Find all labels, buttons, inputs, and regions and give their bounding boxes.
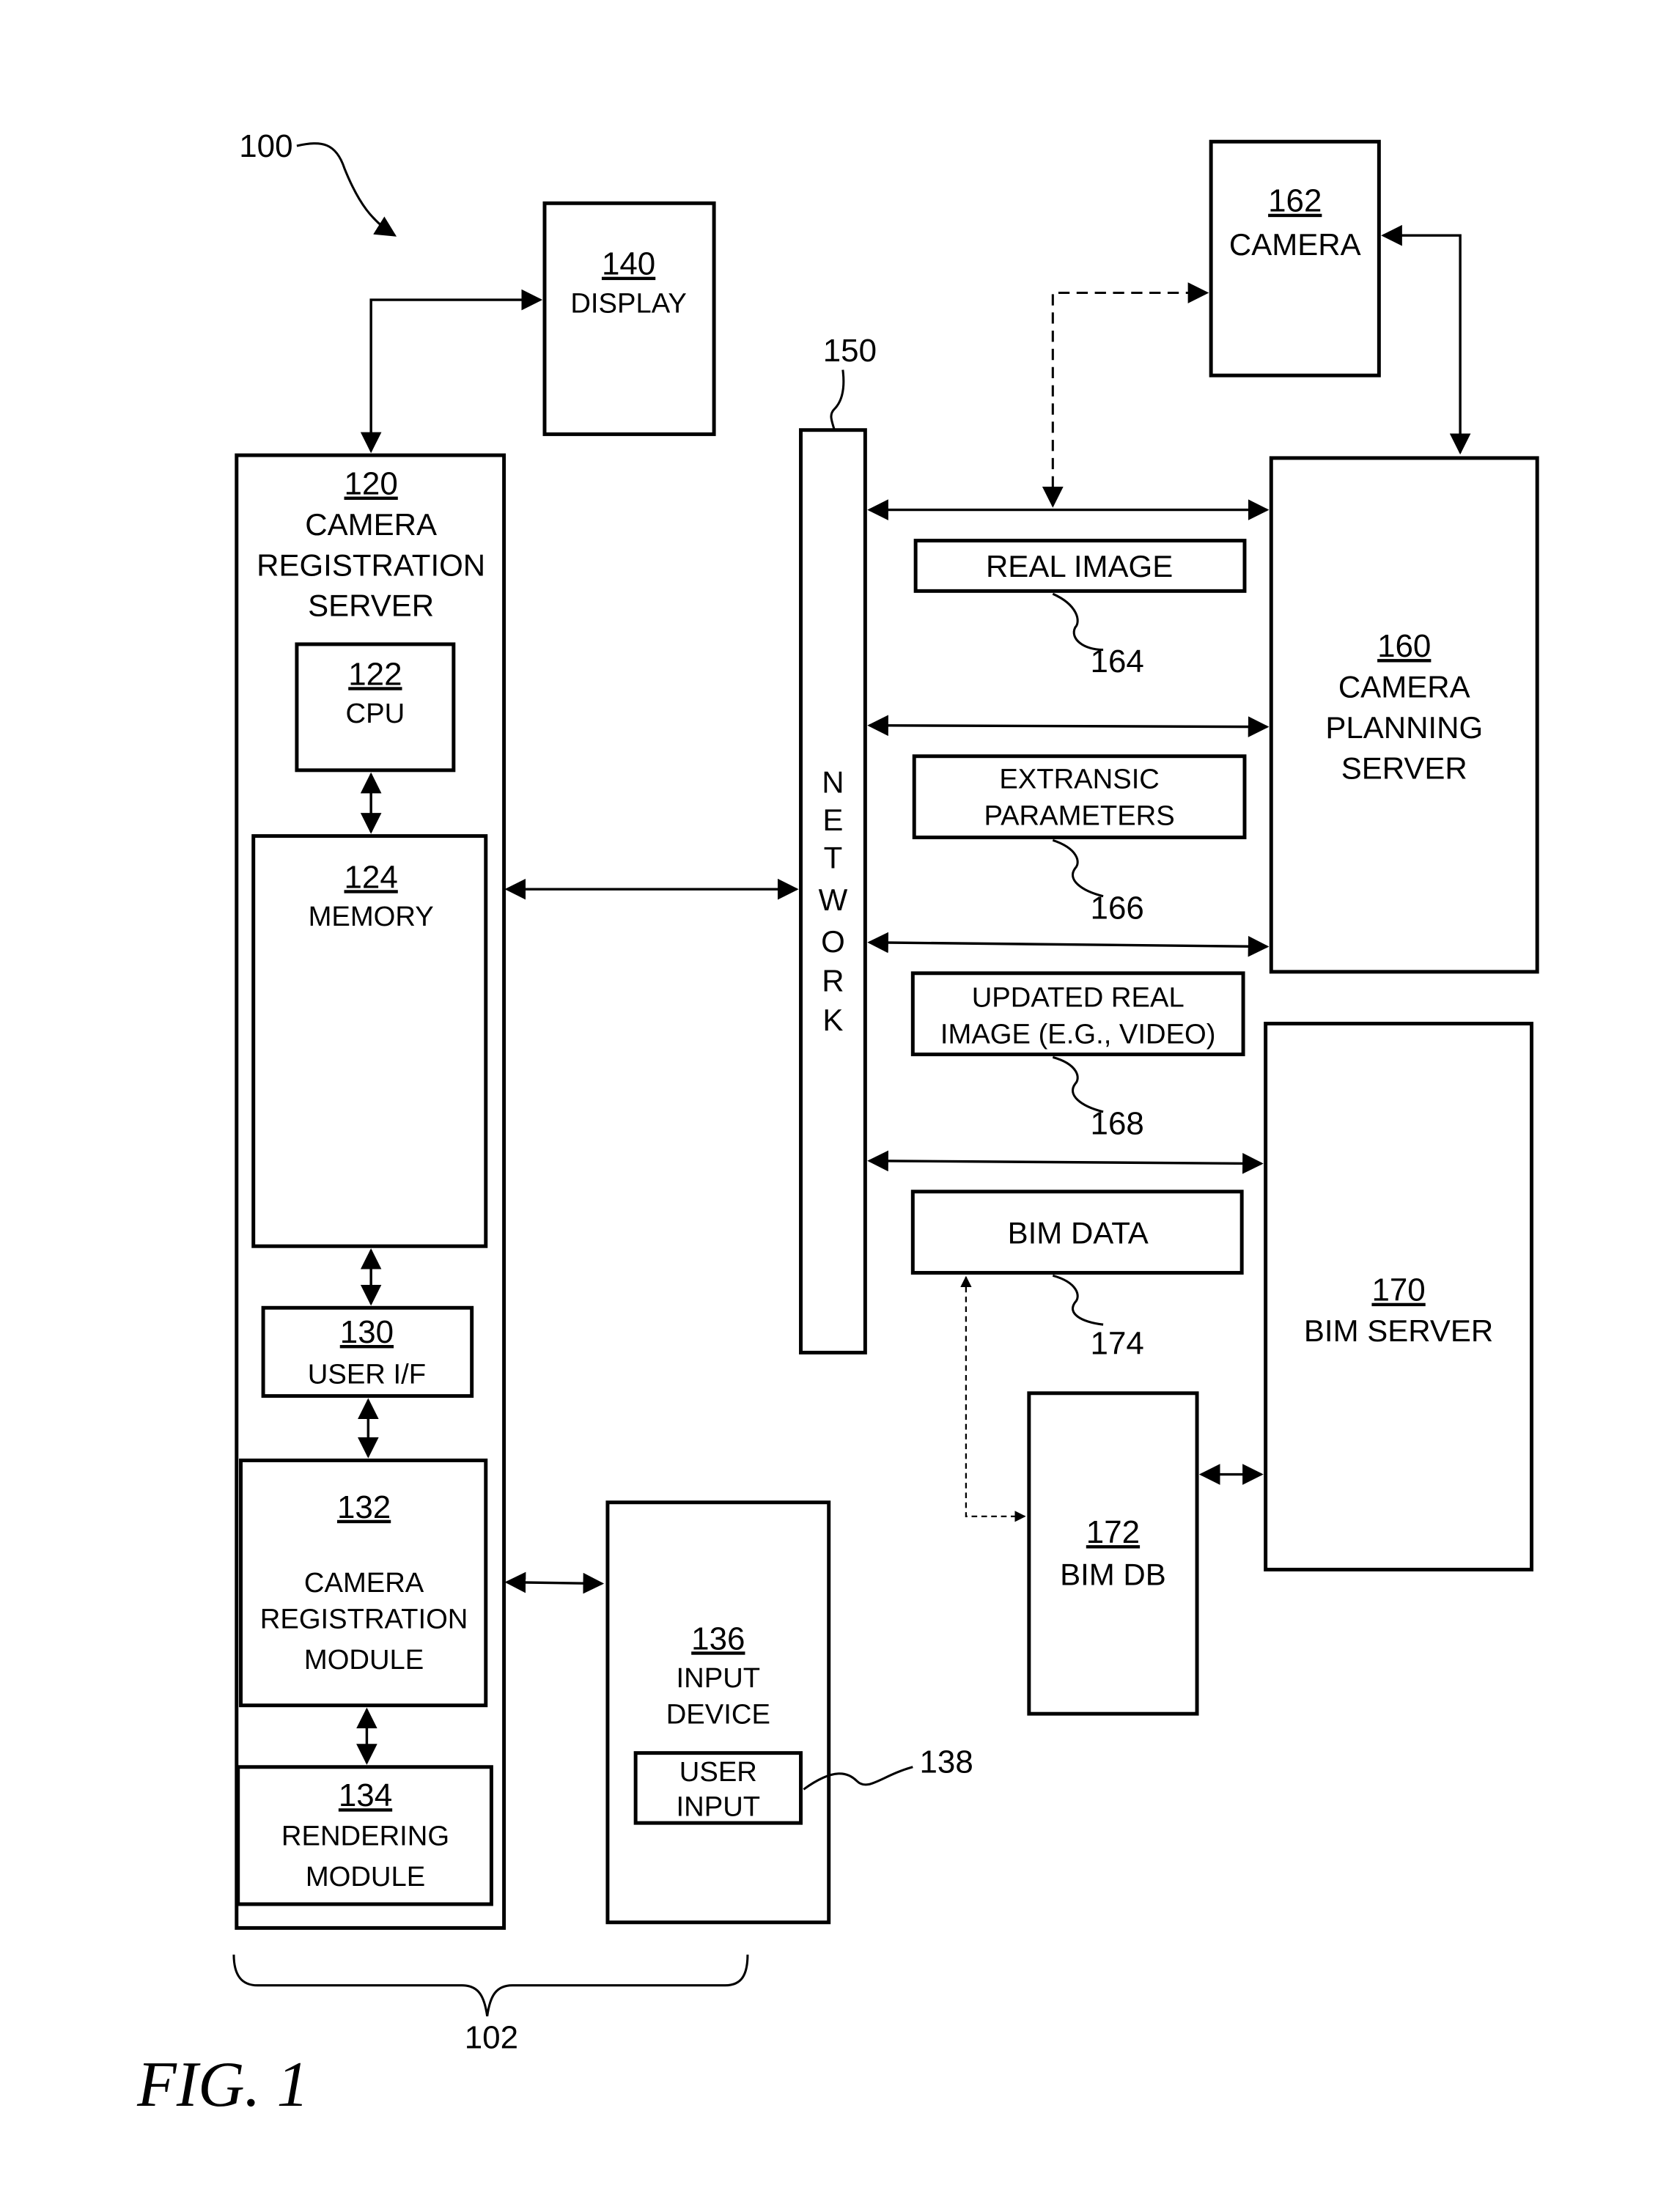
bim-db-ref: 172 <box>1086 1514 1140 1550</box>
server-input-device-connector <box>504 1571 605 1594</box>
extransic-label-line-1: EXTRANSIC <box>999 764 1160 795</box>
module-label-line-1: CAMERA <box>304 1567 424 1599</box>
updated-real-image-box: UPDATED REAL IMAGE (E.G., VIDEO) 168 <box>910 971 1245 1141</box>
real-image-box: REAL IMAGE 164 <box>913 539 1247 679</box>
rendering-label-line-1: RENDERING <box>281 1821 449 1852</box>
bim-server-ref: 170 <box>1371 1272 1425 1308</box>
extransic-leader <box>1052 839 1104 898</box>
cpu-label: CPU <box>346 698 405 729</box>
extransic-label-line-2: PARAMETERS <box>984 800 1174 831</box>
network-ref: 150 <box>823 333 877 369</box>
server-label-line-2: REGISTRATION <box>257 548 485 582</box>
network-letter-r: R <box>822 964 844 998</box>
user-input-label-line-2: INPUT <box>677 1791 761 1823</box>
memory-ref: 124 <box>345 859 398 895</box>
network-leader <box>830 369 845 431</box>
real-image-leader <box>1052 592 1104 652</box>
bim-data-leader <box>1052 1274 1104 1326</box>
camera-registration-module-box: 132 CAMERA REGISTRATION MODULE <box>239 1458 488 1708</box>
user-input-label-line-1: USER <box>679 1756 757 1788</box>
bim-db-label: BIM DB <box>1060 1557 1166 1591</box>
server-label-line-1: CAMERA <box>305 507 437 542</box>
user-if-box: 130 USER I/F <box>261 1305 474 1398</box>
network-letter-t: T <box>824 841 843 875</box>
planning-server-label-line-2: PLANNING <box>1325 710 1483 745</box>
user-input-box: USER INPUT <box>633 1751 803 1825</box>
display-box: 140 DISPLAY <box>542 201 716 436</box>
real-image-label: REAL IMAGE <box>986 549 1173 583</box>
camera-box: 162 CAMERA <box>1209 139 1381 377</box>
network-box: 150 N E T W O R K <box>799 333 877 1355</box>
figure-caption: FIG. 1 <box>136 2049 309 2120</box>
updated-image-leader <box>1052 1055 1104 1113</box>
bim-data-box: BIM DATA 174 <box>910 1190 1244 1361</box>
planning-server-label-line-3: SERVER <box>1341 751 1467 785</box>
camera-dashed-link <box>1042 282 1209 508</box>
module-label-line-2: REGISTRATION <box>260 1604 468 1635</box>
extransic-ref: 166 <box>1091 890 1144 926</box>
server-ref: 120 <box>345 466 398 502</box>
network-planning-connector-3 <box>867 932 1270 957</box>
network-letter-o: O <box>821 924 845 959</box>
user-input-ref: 138 <box>920 1744 973 1780</box>
bim-db-box: 172 BIM DB <box>1027 1391 1199 1716</box>
bim-data-db-dotted-link <box>960 1275 1026 1522</box>
server-display-connector <box>360 289 543 454</box>
updated-image-label-line-1: UPDATED REAL <box>972 982 1185 1014</box>
bim-data-label: BIM DATA <box>1008 1215 1149 1250</box>
system-ref-label: 100 <box>239 128 292 164</box>
patent-diagram: 100 140 DISPLAY 120 CAMERA REGISTRATION … <box>136 128 1539 2120</box>
input-device-label-line-1: INPUT <box>677 1662 761 1694</box>
group-brace <box>232 1954 749 2016</box>
bim-server-label: BIM SERVER <box>1304 1313 1493 1348</box>
rendering-module-box: 134 RENDERING MODULE <box>236 1765 493 1906</box>
updated-image-ref: 168 <box>1091 1105 1144 1141</box>
system-ref-leader <box>296 142 397 237</box>
network-letter-w: W <box>819 882 848 917</box>
server-label-line-3: SERVER <box>308 589 434 623</box>
display-ref: 140 <box>602 246 655 282</box>
extransic-parameters-box: EXTRANSIC PARAMETERS 166 <box>912 754 1247 926</box>
camera-ref: 162 <box>1268 183 1322 219</box>
input-device-label-line-2: DEVICE <box>666 1699 770 1731</box>
network-planning-connector-2 <box>867 715 1270 737</box>
camera-planning-server-box: 160 CAMERA PLANNING SERVER <box>1269 456 1539 974</box>
camera-label: CAMERA <box>1229 227 1361 262</box>
camera-planning-server-connector <box>1381 224 1471 455</box>
display-label: DISPLAY <box>570 287 686 319</box>
module-ref: 132 <box>337 1489 391 1525</box>
updated-image-label-line-2: IMAGE (E.G., VIDEO) <box>940 1018 1216 1050</box>
memory-box: 124 MEMORY <box>251 834 488 1248</box>
cpu-box: 122 CPU <box>295 642 456 773</box>
group-ref: 102 <box>465 2020 518 2056</box>
planning-server-label-line-1: CAMERA <box>1338 670 1470 704</box>
memory-label: MEMORY <box>309 901 434 932</box>
cpu-ref: 122 <box>348 656 402 692</box>
input-device-box: 136 INPUT DEVICE <box>605 1500 831 1925</box>
bim-server-box: 170 BIM SERVER <box>1264 1022 1534 1571</box>
rendering-label-line-2: MODULE <box>306 1861 425 1892</box>
bim-data-ref: 174 <box>1091 1325 1144 1361</box>
network-letter-n: N <box>822 764 844 799</box>
module-label-line-3: MODULE <box>304 1644 424 1676</box>
user-if-label: USER I/F <box>308 1358 426 1390</box>
user-if-ref: 130 <box>340 1314 394 1350</box>
real-image-ref: 164 <box>1091 644 1144 679</box>
rendering-ref: 134 <box>339 1777 392 1813</box>
network-letter-k: K <box>822 1003 843 1037</box>
planning-server-ref: 160 <box>1377 628 1431 664</box>
network-bim-server-connector <box>867 1150 1264 1174</box>
network-letter-e: E <box>822 803 843 837</box>
input-device-ref: 136 <box>691 1621 745 1656</box>
